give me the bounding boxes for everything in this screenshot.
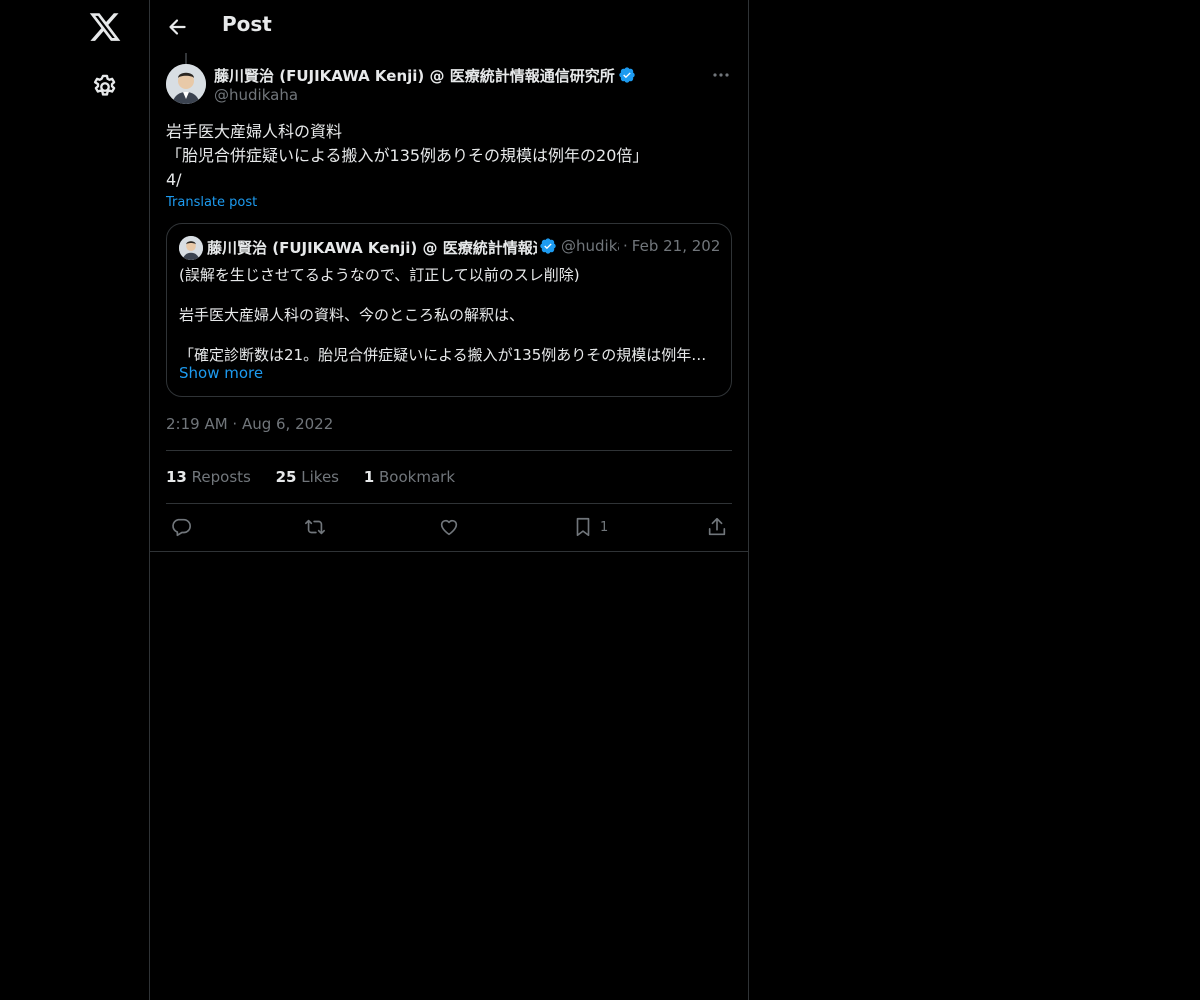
bookmark-count: 1 — [600, 519, 609, 535]
avatar[interactable] — [166, 64, 206, 104]
like-button[interactable] — [438, 515, 460, 539]
x-logo-icon[interactable] — [88, 10, 122, 44]
translate-post-link[interactable]: Translate post — [166, 195, 257, 210]
page-header: Post — [150, 0, 748, 53]
engagement-stats: 13 Reposts 25 Likes 1 Bookmark — [166, 468, 475, 486]
verified-badge-icon — [619, 67, 635, 83]
reposts-stat[interactable]: 13 Reposts — [166, 468, 251, 486]
quote-text-line: 「確定診断数は21。胎児合併症疑いによる搬入が135例ありその規模は例年の... — [179, 346, 719, 364]
back-arrow-icon[interactable] — [164, 14, 190, 40]
verified-badge-icon — [540, 238, 556, 254]
gear-icon[interactable] — [91, 73, 119, 101]
quote-author-name: 藤川賢治 (FUJIKAWA Kenji) @ 医療統計情報通信 — [207, 239, 537, 257]
post-text-line: 4/ — [166, 170, 182, 189]
divider — [150, 551, 748, 552]
bookmark-icon — [576, 517, 590, 537]
quote-text-line: (誤解を生じさせてるようなので、訂正して以前のスレ削除) — [179, 266, 580, 284]
author-name[interactable]: 藤川賢治 (FUJIKAWA Kenji) @ 医療統計情報通信研究所 — [214, 67, 615, 85]
share-icon — [708, 517, 726, 536]
main-column: Post 藤川賢治 (FUJIKAWA Kenji) @ 医療統計情報通信研究所… — [149, 0, 749, 1000]
bookmark-button[interactable]: 1 — [572, 515, 608, 539]
bookmarks-label: Bookmark — [379, 468, 456, 486]
repost-icon — [305, 519, 325, 535]
likes-count: 25 — [275, 468, 297, 486]
quote-handle: @hudikaha — [561, 237, 619, 255]
divider — [166, 450, 732, 451]
likes-stat[interactable]: 25 Likes — [276, 468, 339, 486]
reply-icon — [172, 518, 191, 537]
post-text: 岩手医大産婦人科の資料 「胎児合併症疑いによる搬入が135例ありその規模は例年の… — [166, 120, 732, 192]
separator-dot: · — [623, 237, 628, 255]
bookmarks-count: 1 — [363, 468, 375, 486]
more-icon[interactable] — [710, 66, 732, 84]
quote-header: 藤川賢治 (FUJIKAWA Kenji) @ 医療統計情報通信 @hudikah… — [207, 237, 721, 259]
action-bar: 1 — [166, 515, 732, 541]
author-handle[interactable]: @hudikaha — [214, 86, 298, 104]
likes-label: Likes — [301, 468, 340, 486]
quote-date: Feb 21, 2022 — [631, 237, 721, 255]
quote-avatar[interactable] — [179, 236, 203, 260]
quote-text-line: 岩手医大産婦人科の資料、今のところ私の解釈は、 — [179, 306, 525, 324]
share-button[interactable] — [706, 515, 728, 539]
show-more-link[interactable]: Show more — [179, 364, 263, 382]
reposts-count: 13 — [166, 468, 187, 486]
reposts-label: Reposts — [191, 468, 251, 486]
divider — [166, 503, 732, 504]
post-text-line: 「胎児合併症疑いによる搬入が135例ありその規模は例年の20倍」 — [166, 146, 649, 165]
post-timestamp[interactable]: 2:19 AM · Aug 6, 2022 — [166, 415, 333, 433]
author-line: 藤川賢治 (FUJIKAWA Kenji) @ 医療統計情報通信研究所 — [214, 65, 636, 86]
like-icon — [440, 519, 458, 536]
sidebar — [0, 0, 150, 1000]
page-title: Post — [222, 12, 272, 36]
repost-button[interactable] — [304, 515, 326, 539]
bookmarks-stat[interactable]: 1 Bookmark — [364, 468, 455, 486]
post-text-line: 岩手医大産婦人科の資料 — [166, 122, 343, 141]
quoted-post[interactable]: 藤川賢治 (FUJIKAWA Kenji) @ 医療統計情報通信 @hudikah… — [166, 223, 732, 397]
reply-button[interactable] — [170, 515, 192, 539]
